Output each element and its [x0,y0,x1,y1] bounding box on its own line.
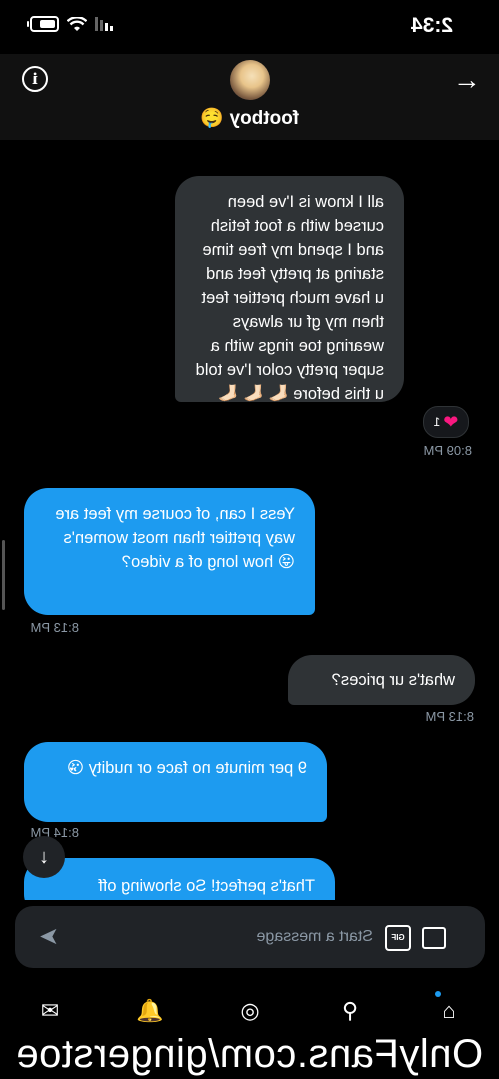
message-timestamp: 8:09 PM [423,443,472,458]
message-text: what's ur prices? [331,671,455,689]
dm-screen: 2:34 ← footboy🤤 i all I know is I've bee [0,0,499,1079]
notifications-icon[interactable]: 🔔 [130,991,170,1031]
message-bubble-incoming[interactable]: Yess I can, of course my feet are way pr… [24,488,315,615]
reaction-count: 1 [433,415,441,429]
gif-icon[interactable]: GIF [385,925,411,951]
status-time: 2:34 [410,14,453,37]
send-icon[interactable]: ➤ [39,922,59,951]
image-icon[interactable] [422,927,446,949]
message-text: Yess I can, of course my feet are way pr… [55,505,295,571]
notification-dot [435,991,441,997]
back-arrow-icon[interactable]: ← [453,64,481,96]
conversation-title[interactable]: footboy🤤 [0,106,499,130]
message-bubble-incoming[interactable]: 9 per minute no face or nudity 😘 [24,742,327,822]
username: footboy [229,108,300,129]
heart-icon: ❤ [443,411,459,432]
wifi-icon [67,16,87,31]
message-bubble-outgoing[interactable]: what's ur prices? [288,655,475,705]
messages-icon[interactable]: ✉ [30,991,70,1031]
message-text: That's perfect! So showing off [98,877,315,895]
watermark: OnlyFans.com/gingerstoe [15,1032,484,1076]
message-timestamp: 8:13 PM [425,709,474,724]
signal-icon [95,17,113,31]
avatar[interactable] [230,60,270,100]
bottom-nav: ⌂ ⚲ ◎ 🔔 ✉ [0,985,499,1035]
search-icon[interactable]: ⚲ [330,991,370,1031]
conversation-header: ← footboy🤤 i [0,54,499,140]
message-text: 9 per minute no face or nudity 😘 [66,759,307,777]
battery-icon [30,16,59,32]
battery-level [40,20,55,28]
home-icon[interactable]: ⌂ [429,991,469,1031]
spaces-icon[interactable]: ◎ [230,991,270,1031]
message-text: all I know is I've been cursed with a fo… [195,193,384,403]
status-bar: 2:34 [0,0,499,54]
name-emoji: 🤤 [199,108,224,129]
message-composer[interactable]: GIF Start a message ➤ [15,906,485,968]
message-timestamp: 8:13 PM [30,620,79,635]
scroll-indicator[interactable] [2,540,5,610]
info-icon[interactable]: i [22,66,48,92]
reaction-badge[interactable]: ❤ 1 [423,406,469,438]
message-input[interactable]: Start a message [173,906,374,968]
message-bubble-outgoing[interactable]: all I know is I've been cursed with a fo… [175,176,404,403]
status-icons [30,16,113,32]
arrow-down-icon[interactable]: ↓ [23,836,65,878]
